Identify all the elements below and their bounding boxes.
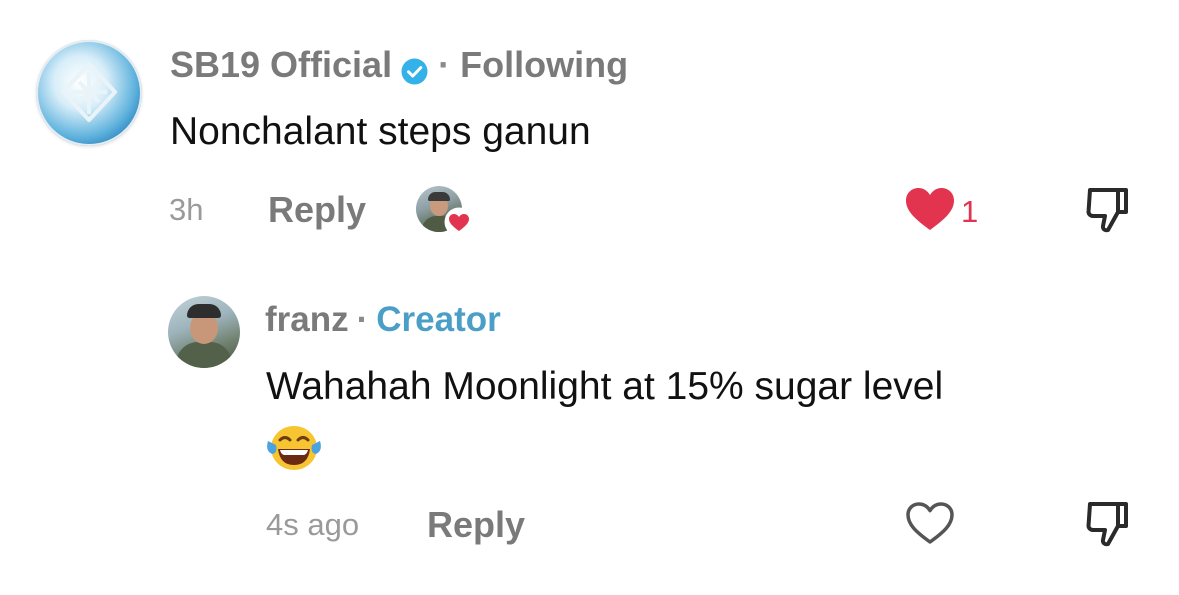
- reply-text: Wahahah Moonlight at 15% sugar level: [266, 365, 944, 408]
- heart-filled-icon[interactable]: [904, 186, 956, 232]
- reply-button[interactable]: Reply: [268, 189, 366, 231]
- separator-dot: ·: [356, 300, 369, 339]
- follow-status[interactable]: Following: [460, 44, 628, 86]
- comment-text: Nonchalant steps ganun: [170, 110, 591, 153]
- separator-dot: ·: [438, 44, 451, 85]
- thumbs-down-icon[interactable]: [1084, 186, 1130, 234]
- comment-timestamp: 3h: [169, 192, 204, 227]
- verified-badge-icon: [401, 52, 428, 84]
- like-count: 1: [961, 194, 979, 229]
- comment-author: SB19 Official · Following: [170, 44, 628, 86]
- sb19-logo-icon: [61, 62, 117, 122]
- creator-badge: Creator: [376, 300, 501, 339]
- avatar-sb19-official[interactable]: [36, 40, 142, 146]
- face-with-tears-of-joy-icon: [267, 426, 321, 470]
- comment-username[interactable]: SB19 Official: [170, 44, 392, 86]
- thumbs-down-icon[interactable]: [1084, 500, 1130, 548]
- avatar-franz[interactable]: [168, 296, 240, 368]
- creator-heart-badge-icon: [444, 207, 474, 237]
- reply-timestamp: 4s ago: [266, 507, 360, 542]
- reply-username[interactable]: franz: [265, 300, 349, 339]
- reply-button[interactable]: Reply: [427, 504, 525, 546]
- reply-author: franz · Creator: [265, 300, 501, 340]
- heart-outline-icon[interactable]: [904, 500, 956, 546]
